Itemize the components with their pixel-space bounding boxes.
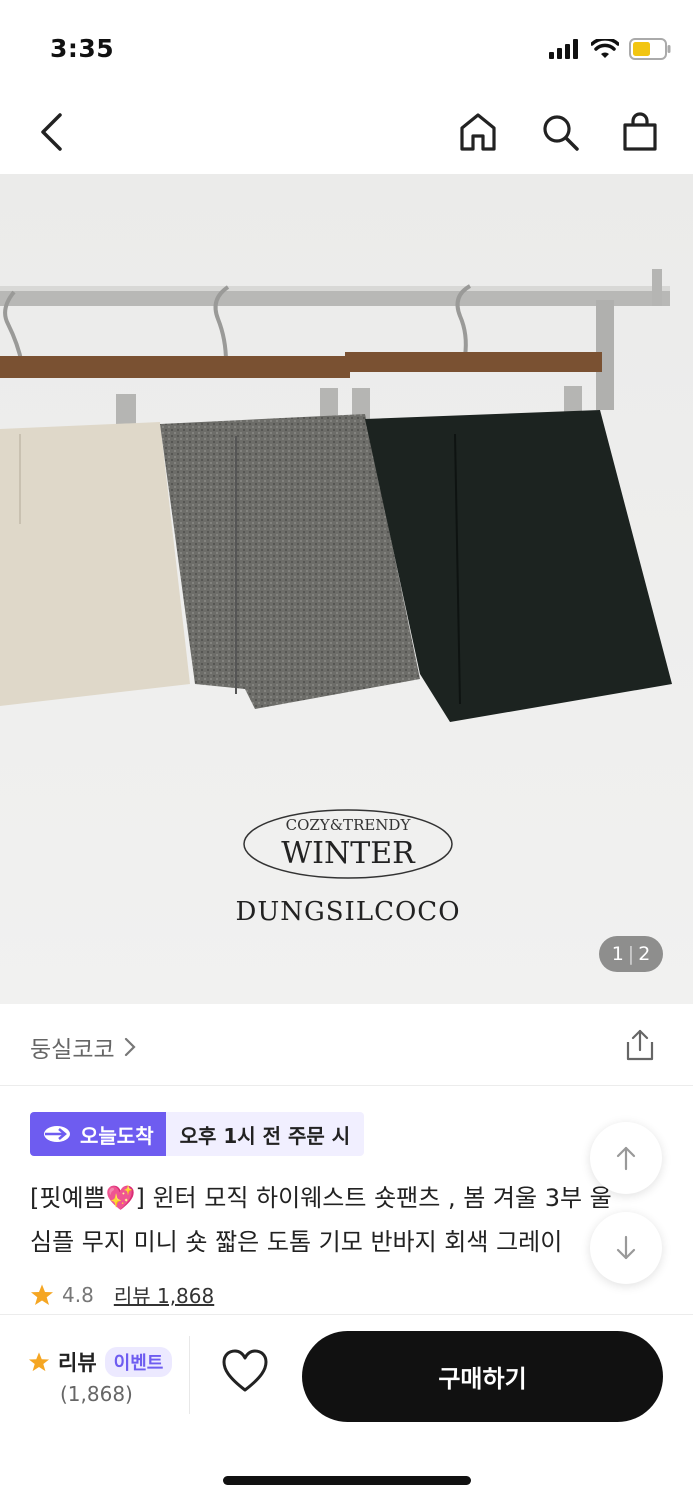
store-name: 둥실코코 <box>30 1037 115 1063</box>
logo-top-text: COZY&TRENDY <box>286 816 412 834</box>
home-icon <box>460 113 496 151</box>
store-link[interactable]: 둥실코코 <box>30 1030 137 1064</box>
chevron-right-icon <box>124 1037 136 1057</box>
heart-icon <box>222 1349 268 1392</box>
counter-current: 1 <box>611 943 624 965</box>
star-icon <box>31 1284 53 1305</box>
product-title-line1: [핏예쁨💖] 윈터 모직 하이웨스트 숏팬츠 , 봄 겨울 3부 울 <box>30 1184 612 1212</box>
home-button[interactable] <box>455 109 501 155</box>
arrow-down-icon <box>616 1235 636 1260</box>
chevron-left-icon <box>41 113 62 151</box>
battery-icon <box>629 38 671 60</box>
buy-button[interactable]: 구매하기 <box>302 1331 663 1422</box>
cart-button[interactable] <box>617 109 663 155</box>
signal-icon <box>549 39 578 59</box>
delivery-badge-label: 오늘도착 <box>80 1123 154 1148</box>
home-indicator <box>223 1476 471 1485</box>
bottom-review-count: (1,868) <box>60 1382 133 1406</box>
wishlist-button[interactable] <box>218 1344 272 1402</box>
product-title: [핏예쁨💖] 윈터 모직 하이웨스트 숏팬츠 , 봄 겨울 3부 울 심플 무지… <box>30 1176 660 1266</box>
search-button[interactable] <box>537 109 583 155</box>
event-badge: 이벤트 <box>104 1347 173 1377</box>
rocket-icon <box>44 1126 70 1142</box>
rating-row: 4.8 리뷰 1,868 <box>30 1280 214 1309</box>
rating-value: 4.8 <box>62 1282 94 1307</box>
shopping-bag-icon <box>623 112 657 151</box>
wifi-icon <box>591 39 619 58</box>
scroll-down-button[interactable] <box>590 1212 662 1284</box>
counter-total: 2 <box>638 943 651 965</box>
today-delivery-tag: 오늘도착 <box>30 1112 166 1156</box>
product-photo: COZY&TRENDY WINTER DUNGSILCOCO <box>0 174 693 1004</box>
divider <box>0 1085 693 1086</box>
product-image[interactable]: COZY&TRENDY WINTER DUNGSILCOCO 1 | 2 <box>0 174 693 1004</box>
share-button[interactable] <box>617 1022 663 1068</box>
status-time: 3:35 <box>50 34 115 63</box>
bottom-review-button[interactable]: 리뷰 이벤트 <box>28 1347 173 1377</box>
brand-mark-text: DUNGSILCOCO <box>235 897 460 927</box>
star-icon <box>28 1352 50 1372</box>
search-icon <box>543 115 579 151</box>
back-button[interactable] <box>28 109 74 155</box>
delivery-badge: 오늘도착 오후 1시 전 주문 시 <box>30 1112 365 1156</box>
status-icons <box>549 38 671 60</box>
vertical-divider <box>189 1336 190 1414</box>
image-counter: 1 | 2 <box>599 936 663 972</box>
logo-main-text: WINTER <box>281 836 416 871</box>
arrow-up-icon <box>616 1146 636 1171</box>
review-link[interactable]: 리뷰 1,868 <box>114 1280 214 1309</box>
product-title-line2: 심플 무지 미니 숏 짧은 도톰 기모 반바지 회색 그레이 <box>30 1228 563 1256</box>
scroll-up-button[interactable] <box>590 1122 662 1194</box>
share-icon <box>626 1029 654 1061</box>
bottom-review-label: 리뷰 <box>58 1351 97 1375</box>
delivery-text: 오후 1시 전 주문 시 <box>165 1112 365 1156</box>
